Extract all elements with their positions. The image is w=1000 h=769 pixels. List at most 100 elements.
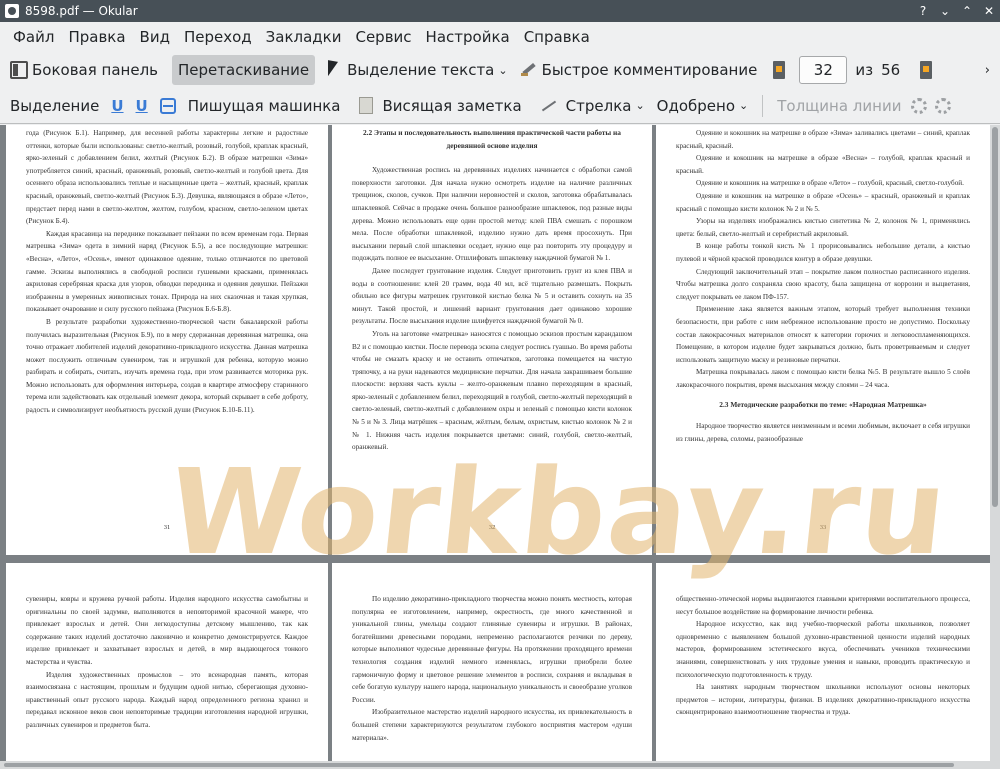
paragraph: Народное творчество является неизменным …: [676, 422, 970, 443]
squiggle-underline-icon[interactable]: U: [136, 97, 148, 115]
toolbar-overflow-icon[interactable]: ›: [985, 63, 990, 78]
window-title: 8598.pdf — Okular: [25, 4, 138, 18]
line-width-dropdown[interactable]: Толщина линии: [771, 91, 907, 121]
vertical-scrollbar[interactable]: [990, 125, 1000, 769]
stamp-label: Одобрено: [656, 96, 736, 115]
menu-bookmarks[interactable]: Закладки: [259, 28, 349, 46]
browse-tool-button[interactable]: Перетаскивание: [172, 55, 316, 85]
page-text: общественно-этической нормы выдвигаются …: [676, 593, 970, 719]
annotation-toolbar: Выделение U U Пишущая машинка Висящая за…: [0, 88, 1000, 124]
paragraph: Изобразительное мастерство изделий народ…: [352, 708, 632, 742]
highlight-label: Выделение: [10, 96, 100, 115]
paragraph: Матрешка покрывалась лаком с помощью кис…: [676, 368, 970, 389]
page-text: 2.2 Этапы и последовательность выполнени…: [352, 127, 632, 454]
chevron-down-icon[interactable]: ⌄: [498, 64, 507, 77]
paragraph: Одеяние и кокошник на матрешке в образе …: [696, 179, 964, 188]
paragraph: Изделия художественных промыслов – это в…: [26, 670, 308, 729]
chevron-down-icon[interactable]: ⌄: [635, 99, 644, 112]
scrollbar-thumb[interactable]: [992, 127, 998, 507]
paragraph: На занятиях народным творчеством школьни…: [676, 683, 970, 717]
horizontal-scrollbar[interactable]: [0, 761, 990, 769]
arrow-label: Стрелка: [565, 96, 632, 115]
paragraph: сувениры, ковры и кружева ручной работы.…: [26, 595, 308, 666]
chevron-down-icon[interactable]: ⌄: [739, 99, 748, 112]
document-view[interactable]: года (Рисунок Б.1). Например, для весенн…: [0, 125, 1000, 769]
sidebar-button[interactable]: Боковая панель: [4, 55, 164, 85]
menu-bar: Файл Правка Вид Переход Закладки Сервис …: [0, 22, 1000, 52]
pdf-page-34: сувениры, ковры и кружева ручной работы.…: [6, 563, 328, 769]
maximize-icon[interactable]: ⌃: [956, 4, 978, 18]
previous-page-icon[interactable]: [773, 61, 786, 79]
text-select-label: Выделение текста: [347, 61, 495, 79]
section-heading: 2.3 Методические разработки по теме: «На…: [719, 400, 927, 410]
menu-edit[interactable]: Правка: [61, 28, 132, 46]
stamp-dropdown[interactable]: Одобрено ⌄: [651, 91, 755, 121]
paragraph: Одеяние и кокошник на матрешке в образе …: [676, 191, 970, 213]
highlight-tool-button[interactable]: Выделение: [4, 91, 105, 121]
page-of-label: из: [855, 61, 874, 79]
paragraph: Одеяние и кокошник на матрешке в образе …: [676, 154, 970, 175]
annotation-pen-icon: [520, 61, 538, 79]
line-width-label: Толщина линии: [777, 96, 902, 115]
paragraph: Каждая красавица на переднике показывает…: [26, 229, 308, 314]
section-heading: 2.2 Этапы и последовательность выполнени…: [362, 128, 622, 150]
color-icon[interactable]: [911, 97, 928, 114]
okular-app-icon: [5, 4, 19, 18]
page-text: Одеяние и кокошник на матрешке в образе …: [676, 127, 970, 445]
popup-note-label: Висящая заметка: [382, 96, 522, 115]
cursor-icon: [325, 61, 343, 79]
typewriter-label: Пишущая машинка: [187, 96, 341, 115]
page-text: сувениры, ковры и кружева ручной работы.…: [26, 593, 308, 732]
next-page-icon[interactable]: [920, 61, 933, 79]
quick-annotation-button[interactable]: Быстрое комментирование: [514, 55, 764, 85]
typewriter-tool-button[interactable]: Пишущая машинка: [182, 91, 347, 121]
menu-tools[interactable]: Сервис: [348, 28, 418, 46]
menu-go[interactable]: Переход: [177, 28, 259, 46]
opacity-icon[interactable]: [935, 97, 952, 114]
paragraph: Применение лака является важным этапом, …: [676, 305, 970, 364]
popup-note-tool-button[interactable]: Висящая заметка: [381, 91, 528, 121]
toolbar-separator: [762, 94, 764, 117]
menu-file[interactable]: Файл: [6, 28, 61, 46]
paragraph: Одеяние и кокошник на матрешке в образе …: [676, 129, 970, 150]
paragraph: общественно-этической нормы выдвигаются …: [676, 595, 970, 616]
paragraph: Художественная роспись на деревянных изд…: [352, 166, 632, 263]
menu-help[interactable]: Справка: [517, 28, 597, 46]
title-bar: 8598.pdf — Okular ? ⌄ ⌃ ✕: [0, 0, 1000, 22]
pdf-page-35: По изделию декоративно-прикладного творч…: [332, 563, 652, 769]
underline-icon[interactable]: U: [111, 97, 123, 115]
page-text: года (Рисунок Б.1). Например, для весенн…: [26, 127, 308, 417]
paragraph: Узоры на изделиях изображались кистью си…: [676, 217, 970, 238]
paragraph: В конце работы тонкой кисть № 1 прорисов…: [676, 242, 970, 263]
help-icon[interactable]: ?: [912, 4, 934, 18]
browse-label: Перетаскивание: [178, 61, 310, 79]
paragraph: По изделию декоративно-прикладного творч…: [352, 595, 632, 704]
paragraph: года (Рисунок Б.1). Например, для весенн…: [26, 129, 308, 226]
arrow-tool-icon: [540, 98, 558, 114]
page-number-input[interactable]: 32: [799, 56, 848, 84]
page-number: 31: [163, 524, 171, 531]
page-text: По изделию декоративно-прикладного творч…: [352, 593, 632, 744]
text-select-tool-button[interactable]: Выделение текста ⌄: [319, 55, 514, 85]
sidebar-label: Боковая панель: [32, 61, 158, 79]
popup-note-icon: [358, 97, 373, 114]
pdf-page-31: года (Рисунок Б.1). Например, для весенн…: [6, 125, 328, 555]
strikeout-icon[interactable]: [159, 97, 176, 114]
scrollbar-thumb[interactable]: [4, 763, 954, 767]
paragraph: Далее последует грунтование изделия. Сле…: [352, 266, 632, 326]
paragraph: Народное искусство, как вид учебно-творч…: [676, 620, 970, 679]
close-icon[interactable]: ✕: [978, 4, 1000, 18]
quick-annotation-label: Быстрое комментирование: [541, 61, 758, 79]
paragraph: Следующий заключительный этап – покрытие…: [676, 267, 970, 301]
arrow-tool-button[interactable]: Стрелка ⌄: [564, 91, 651, 121]
minimize-icon[interactable]: ⌄: [934, 4, 956, 18]
pdf-page-33: Одеяние и кокошник на матрешке в образе …: [656, 125, 990, 555]
okular-window: 8598.pdf — Okular ? ⌄ ⌃ ✕ Файл Правка Ви…: [0, 0, 1000, 769]
menu-view[interactable]: Вид: [133, 28, 177, 46]
pdf-page-32: 2.2 Этапы и последовательность выполнени…: [332, 125, 652, 555]
paragraph: Уголь на заготовке «матрешка» наносятся …: [352, 329, 632, 452]
page-total-label: 56: [881, 61, 901, 79]
menu-settings[interactable]: Настройка: [419, 28, 517, 46]
main-toolbar: Боковая панель Перетаскивание Выделение …: [0, 52, 1000, 88]
pdf-page-36: общественно-этической нормы выдвигаются …: [656, 563, 990, 769]
